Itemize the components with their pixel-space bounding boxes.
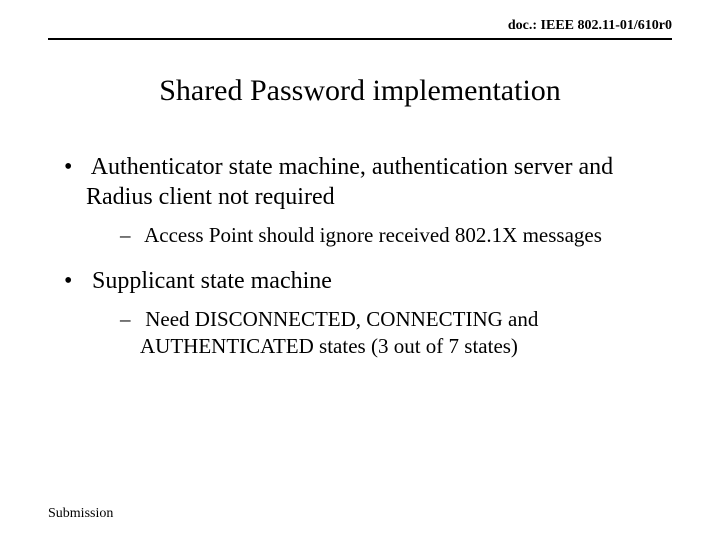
sub-bullet-text: Need DISCONNECTED, CONNECTING and AUTHEN…: [140, 307, 538, 357]
footer-label: Submission: [48, 506, 113, 522]
slide: doc.: IEEE 802.11-01/610r0 Shared Passwo…: [0, 0, 720, 540]
sub-bullet-item: Need DISCONNECTED, CONNECTING and AUTHEN…: [116, 306, 672, 359]
header-rule: [48, 38, 672, 40]
bullet-text: Authenticator state machine, authenticat…: [86, 154, 613, 210]
sub-bullet-list: Need DISCONNECTED, CONNECTING and AUTHEN…: [116, 306, 672, 359]
header-doc-id: doc.: IEEE 802.11-01/610r0: [48, 0, 672, 38]
bullet-item: Authenticator state machine, authenticat…: [58, 152, 672, 248]
bullet-list: Authenticator state machine, authenticat…: [58, 152, 672, 359]
bullet-item: Supplicant state machine Need DISCONNECT…: [58, 266, 672, 359]
bullet-text: Supplicant state machine: [92, 268, 332, 294]
slide-title: Shared Password implementation: [48, 74, 672, 108]
sub-bullet-list: Access Point should ignore received 802.…: [116, 222, 672, 248]
sub-bullet-item: Access Point should ignore received 802.…: [116, 222, 672, 248]
sub-bullet-text: Access Point should ignore received 802.…: [144, 223, 602, 247]
